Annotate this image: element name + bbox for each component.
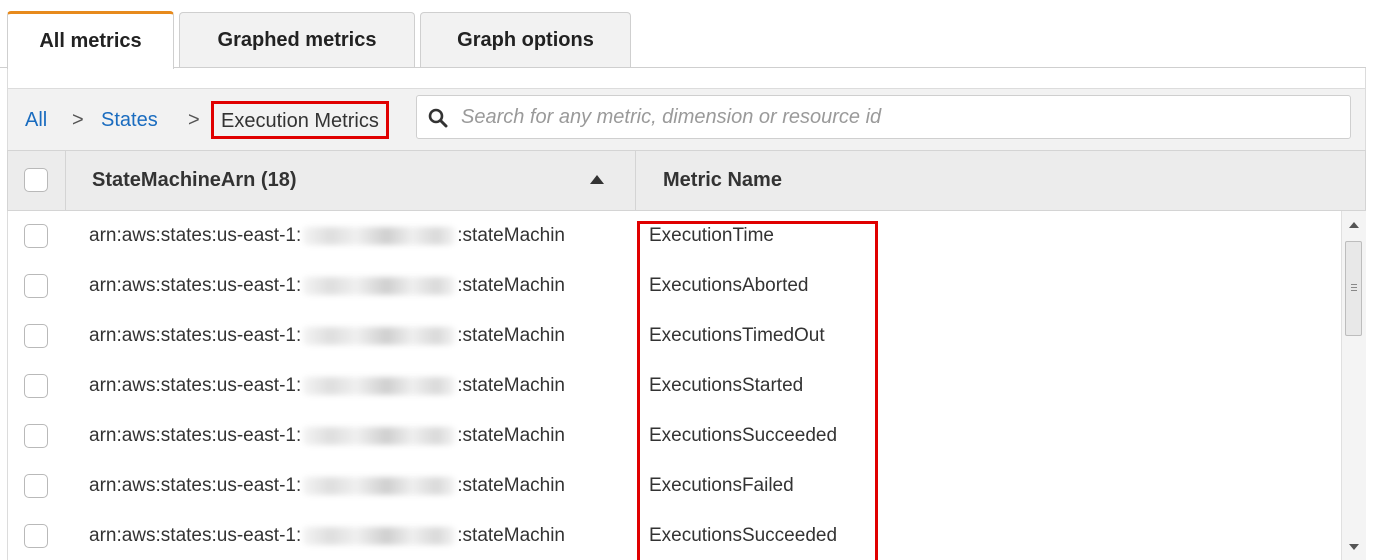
- breadcrumb: All > States > Execution Metrics: [7, 88, 1366, 150]
- column-header-metric-name[interactable]: Metric Name: [663, 151, 782, 210]
- row-checkbox[interactable]: [24, 224, 48, 248]
- state-machine-arn: arn:aws:states:us-east-1: :stateMachin: [89, 211, 565, 261]
- state-machine-arn: arn:aws:states:us-east-1: :stateMachin: [89, 411, 565, 461]
- redacted-account-id: [303, 226, 456, 245]
- arn-suffix: :stateMachin: [457, 275, 565, 296]
- arn-prefix: arn:aws:states:us-east-1:: [89, 525, 302, 546]
- arn-prefix: arn:aws:states:us-east-1:: [89, 375, 302, 396]
- redacted-account-id: [303, 426, 456, 445]
- tab-graph-options[interactable]: Graph options: [420, 12, 631, 68]
- table-row[interactable]: arn:aws:states:us-east-1: :stateMachin Ex…: [8, 511, 1338, 560]
- table-row[interactable]: arn:aws:states:us-east-1: :stateMachin Ex…: [8, 311, 1338, 361]
- metric-name: ExecutionsAborted: [649, 275, 809, 296]
- breadcrumb-all[interactable]: All: [25, 89, 47, 151]
- breadcrumb-execution-metrics: Execution Metrics: [211, 101, 389, 139]
- redacted-account-id: [303, 276, 456, 295]
- metric-name: ExecutionsTimedOut: [649, 325, 825, 346]
- tab-bar: All metrics Graphed metrics Graph option…: [0, 0, 1375, 69]
- table-row[interactable]: arn:aws:states:us-east-1: :stateMachin Ex…: [8, 361, 1338, 411]
- redacted-account-id: [303, 326, 456, 345]
- arn-suffix: :stateMachin: [457, 425, 565, 446]
- tab-graphed-metrics[interactable]: Graphed metrics: [179, 12, 415, 68]
- redacted-account-id: [303, 476, 456, 495]
- metric-name: ExecutionsSucceeded: [649, 425, 838, 446]
- column-header-arn[interactable]: StateMachineArn (18): [92, 151, 297, 210]
- sort-asc-icon[interactable]: [590, 175, 604, 184]
- redacted-account-id: [303, 376, 456, 395]
- search-icon: [428, 108, 448, 128]
- table-row[interactable]: arn:aws:states:us-east-1: :stateMachin Ex…: [8, 211, 1338, 261]
- panel-spacer: [7, 68, 1366, 88]
- metric-name: ExecutionTime: [649, 225, 774, 246]
- state-machine-arn: arn:aws:states:us-east-1: :stateMachin: [89, 461, 565, 511]
- row-checkbox[interactable]: [24, 424, 48, 448]
- metric-name: ExecutionsFailed: [649, 475, 794, 496]
- state-machine-arn: arn:aws:states:us-east-1: :stateMachin: [89, 261, 565, 311]
- arn-prefix: arn:aws:states:us-east-1:: [89, 475, 302, 496]
- row-checkbox[interactable]: [24, 374, 48, 398]
- select-all-checkbox[interactable]: [24, 168, 48, 192]
- arn-suffix: :stateMachin: [457, 325, 565, 346]
- vertical-scrollbar[interactable]: [1341, 211, 1366, 560]
- arn-prefix: arn:aws:states:us-east-1:: [89, 325, 302, 346]
- row-checkbox[interactable]: [24, 474, 48, 498]
- table-row[interactable]: arn:aws:states:us-east-1: :stateMachin Ex…: [8, 411, 1338, 461]
- arn-suffix: :stateMachin: [457, 525, 565, 546]
- breadcrumb-separator: >: [72, 109, 84, 131]
- redacted-account-id: [303, 526, 456, 545]
- row-checkbox[interactable]: [24, 324, 48, 348]
- table-row[interactable]: arn:aws:states:us-east-1: :stateMachin Ex…: [8, 261, 1338, 311]
- tab-all-metrics[interactable]: All metrics: [7, 11, 174, 69]
- arn-prefix: arn:aws:states:us-east-1:: [89, 425, 302, 446]
- arn-suffix: :stateMachin: [457, 475, 565, 496]
- table-header: StateMachineArn (18) Metric Name: [7, 150, 1366, 211]
- metrics-table-body: arn:aws:states:us-east-1::stateMachin Ex…: [7, 211, 1366, 560]
- scroll-up-icon[interactable]: [1342, 215, 1366, 235]
- breadcrumb-separator: >: [188, 109, 200, 131]
- column-divider: [65, 151, 66, 210]
- scroll-thumb[interactable]: [1345, 241, 1362, 336]
- state-machine-arn: arn:aws:states:us-east-1: :stateMachin: [89, 511, 565, 560]
- breadcrumb-states[interactable]: States: [101, 89, 158, 151]
- scroll-down-icon[interactable]: [1342, 537, 1366, 557]
- row-checkbox[interactable]: [24, 274, 48, 298]
- metric-name: ExecutionsSucceeded: [649, 525, 838, 546]
- row-checkbox[interactable]: [24, 524, 48, 548]
- state-machine-arn: arn:aws:states:us-east-1: :stateMachin: [89, 361, 565, 411]
- state-machine-arn: arn:aws:states:us-east-1: :stateMachin: [89, 311, 565, 361]
- table-row[interactable]: arn:aws:states:us-east-1: :stateMachin Ex…: [8, 461, 1338, 511]
- arn-prefix: arn:aws:states:us-east-1:: [89, 225, 302, 246]
- metric-name: ExecutionsStarted: [649, 375, 804, 396]
- arn-suffix: :stateMachin: [457, 375, 565, 396]
- arn-suffix: :stateMachin: [457, 225, 565, 246]
- arn-prefix: arn:aws:states:us-east-1:: [89, 275, 302, 296]
- column-divider: [635, 151, 636, 210]
- search-input[interactable]: [461, 101, 1341, 133]
- search-box[interactable]: [416, 95, 1351, 139]
